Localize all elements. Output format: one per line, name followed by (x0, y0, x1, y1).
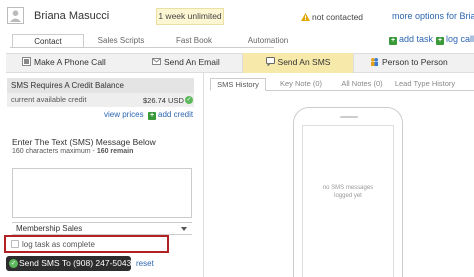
add-task-link[interactable]: + add task (389, 34, 433, 45)
tab-contact[interactable]: Contact (12, 34, 84, 48)
characters-remaining: 160 remain (96, 148, 134, 155)
log-call-link[interactable]: + log call (436, 34, 474, 45)
tab-sms-history[interactable]: SMS History (210, 78, 266, 91)
add-credit-link[interactable]: + add credit (148, 110, 193, 120)
credit-amount: $26.74 USD (143, 96, 184, 105)
lead-name: Briana Masucci (34, 10, 110, 22)
send-sms-submit-button[interactable]: ✓ Send SMS To (908) 247-5043 (6, 256, 131, 271)
log-task-checkbox[interactable] (11, 240, 19, 248)
send-sms-label: Send An SMS (277, 57, 331, 67)
more-options-link[interactable]: more options for Brian (392, 11, 474, 21)
warning-icon (301, 13, 310, 21)
log-task-label: log task as complete (22, 240, 95, 249)
send-sms-submit-label: Send SMS To (908) 247-5043 (19, 258, 132, 268)
phone-icon (22, 54, 31, 66)
person-to-person-button[interactable]: Person to Person (370, 53, 470, 73)
email-icon (152, 54, 161, 65)
chevron-down-icon (181, 227, 187, 231)
empty-sms-message: no SMS messages logged yet (322, 185, 374, 199)
tab-automation[interactable]: Automation (238, 34, 298, 48)
make-phone-call-button[interactable]: Make A Phone Call (22, 53, 132, 73)
tab-sales-scripts[interactable]: Sales Scripts (92, 34, 150, 48)
person-to-person-label: Person to Person (382, 57, 448, 67)
plus-icon: + (148, 112, 156, 120)
check-circle-icon: ✓ (9, 259, 18, 268)
character-limit-text: 160 characters maximum - 160 remain (12, 148, 133, 155)
make-phone-call-label: Make A Phone Call (34, 57, 106, 67)
sms-message-textarea[interactable] (12, 168, 192, 218)
reset-link[interactable]: reset (136, 259, 154, 268)
credit-label: current available credit (11, 95, 87, 104)
tab-all-notes[interactable]: All Notes (0) (336, 78, 388, 91)
people-icon (370, 54, 379, 66)
sms-message-label: Enter The Text (SMS) Message Below (12, 137, 156, 147)
tab-lead-type-history[interactable]: Lead Type History (392, 78, 458, 91)
check-circle-icon: ✓ (185, 96, 193, 104)
phone-screen (302, 125, 394, 277)
tab-fast-book[interactable]: Fast Book (168, 34, 220, 48)
plus-icon: + (436, 37, 444, 45)
tab-key-note[interactable]: Key Note (0) (272, 78, 330, 91)
tabs-divider (10, 47, 274, 48)
phone-speaker (340, 116, 358, 118)
panel-divider (203, 73, 204, 277)
lead-avatar-icon (7, 7, 24, 24)
character-limit-label: 160 characters maximum - (12, 148, 97, 155)
send-email-button[interactable]: Send An Email (152, 53, 242, 73)
plan-badge: 1 week unlimited (156, 8, 224, 25)
credit-heading: SMS Requires A Credit Balance (7, 78, 194, 93)
contact-status: not contacted (312, 12, 364, 22)
plus-icon: + (389, 37, 397, 45)
add-task-label: add task (399, 34, 434, 44)
template-select-value: Membership Sales (16, 224, 83, 233)
template-select[interactable]: Membership Sales (12, 222, 192, 235)
sms-icon (265, 54, 275, 67)
send-email-label: Send An Email (164, 57, 220, 67)
send-sms-button[interactable]: Send An SMS (242, 53, 354, 73)
view-prices-link[interactable]: view prices (104, 110, 144, 119)
add-credit-label: add credit (158, 110, 194, 119)
log-call-label: log call (446, 34, 474, 44)
